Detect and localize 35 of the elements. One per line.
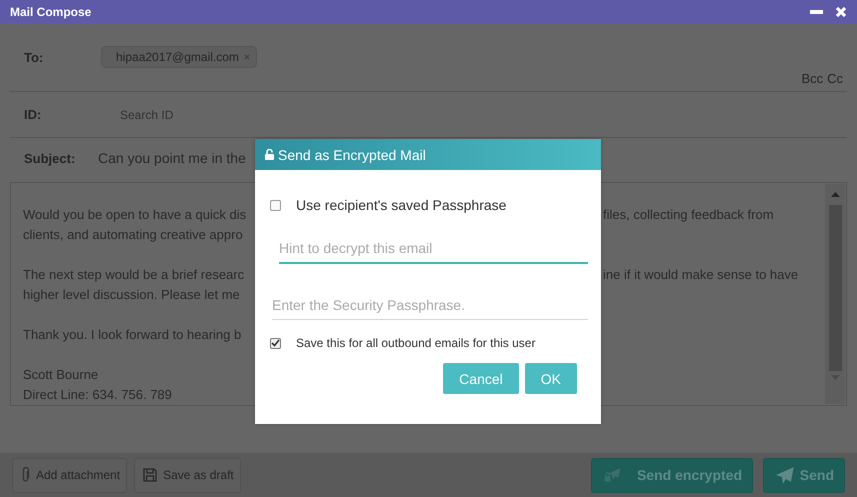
remove-icon[interactable] <box>244 54 250 60</box>
hint-field[interactable]: Hint to decrypt this email <box>279 234 588 264</box>
subject-field[interactable]: Can you point me in the <box>98 150 246 166</box>
scroll-up-icon[interactable] <box>830 192 840 197</box>
body-text: Would you be open to have a quick dis <box>23 206 248 224</box>
body-text: files, collecting feedback from <box>603 206 775 224</box>
body-text: Thank you. I look forward to hearing b <box>23 326 242 344</box>
body-text: Direct Line: 634. 756. 789 <box>23 386 173 404</box>
checkbox[interactable] <box>270 338 281 348</box>
field-label: To: <box>23 50 44 65</box>
body-text: clients, and automating creative appro <box>23 226 244 244</box>
link[interactable]: Cc <box>827 71 843 86</box>
dialog-title: Send as Encrypted Mail <box>278 146 426 162</box>
send-encrypted-button[interactable]: Send encrypted <box>591 458 753 492</box>
body-text: The next step would be a brief researc <box>23 266 246 284</box>
close-icon[interactable] <box>835 6 847 18</box>
field-label: Subject: <box>23 150 76 166</box>
checkbox-label: Save this for all outbound emails for this user <box>296 336 536 350</box>
body-text: Scott Bourne <box>23 366 100 384</box>
link[interactable]: Bcc <box>801 71 824 86</box>
ok-button[interactable]: OK <box>524 363 577 394</box>
window-title: Mail Compose <box>10 5 92 19</box>
body-text: ine if it would make sense to have <box>603 266 800 284</box>
unlocked-padlock-icon <box>265 149 274 160</box>
checkbox[interactable] <box>270 200 281 210</box>
field-label: ID: <box>23 107 42 122</box>
passphrase-field[interactable]: Enter the Security Passphrase. <box>272 290 588 320</box>
cancel-button[interactable]: Cancel <box>443 363 519 394</box>
checkbox-label: Use recipient's saved Passphrase <box>296 197 506 213</box>
paperclip-icon <box>21 467 30 483</box>
body-text: higher level discussion. Please let me <box>23 286 241 304</box>
recipient-chip[interactable]: hipaa2017@gmail.com <box>101 46 257 68</box>
send-button[interactable]: Send <box>763 458 845 492</box>
paper-plane-icon <box>776 466 794 484</box>
attachment-button[interactable]: Add attachment <box>12 458 128 492</box>
